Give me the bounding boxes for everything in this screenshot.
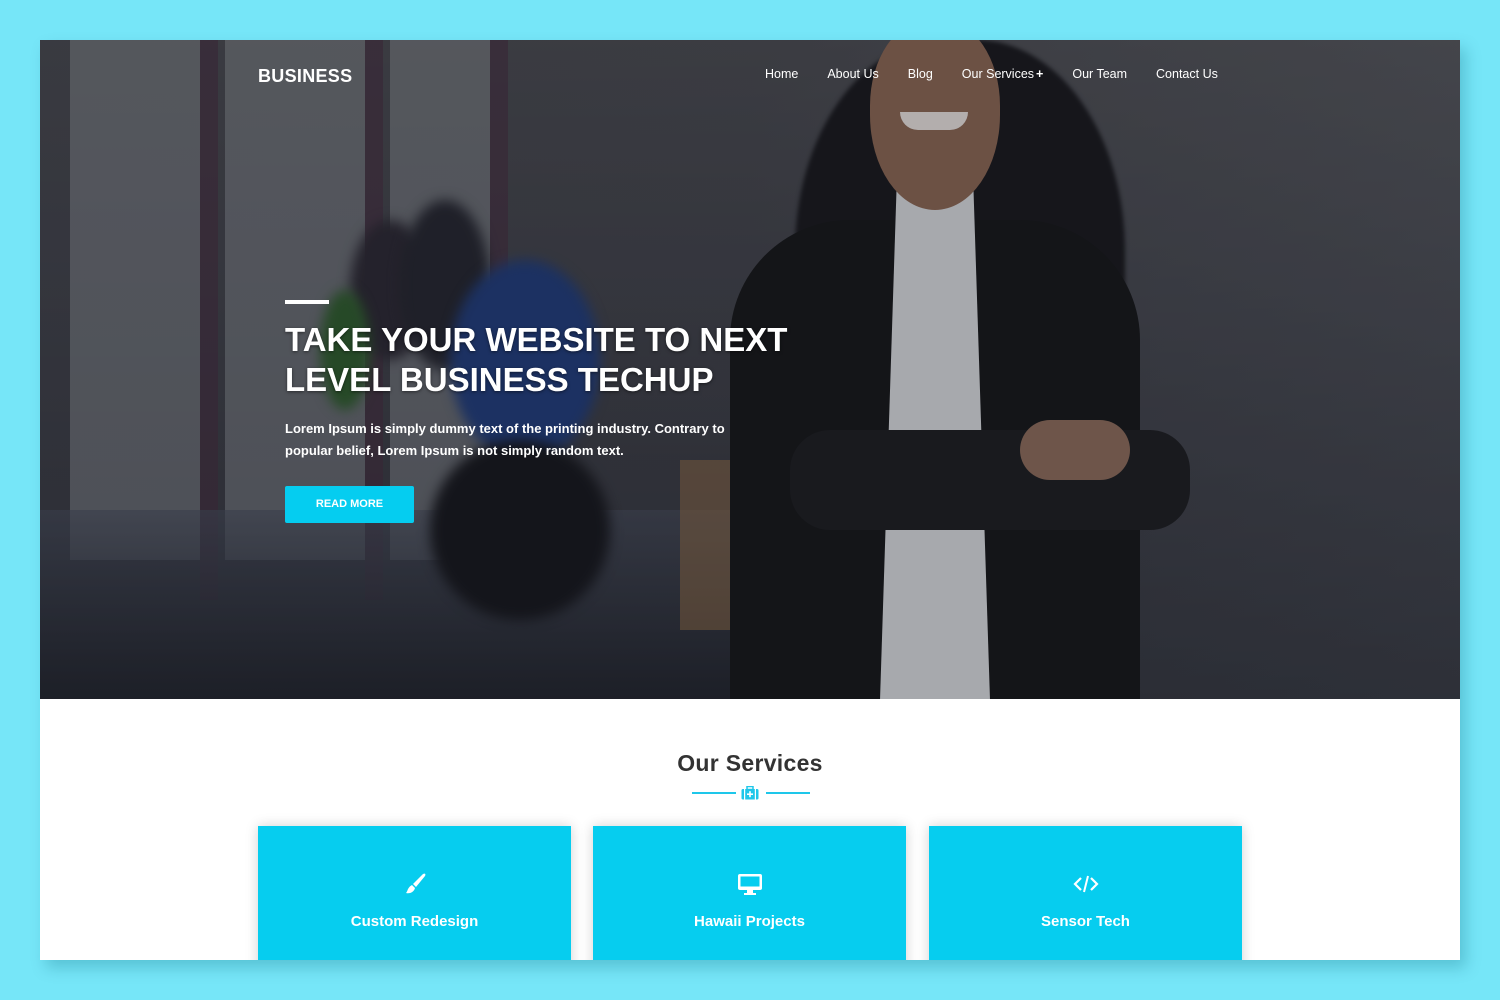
service-card-label: Sensor Tech <box>1041 913 1130 930</box>
hero-title-line2: LEVEL BUSINESS TECHUP <box>285 361 714 398</box>
hero-title-line1: TAKE YOUR WEBSITE TO NEXT <box>285 321 788 358</box>
nav-our-services-label: Our Services <box>961 67 1035 81</box>
main-nav: Home About Us Blog Our Services + Our Tea… <box>765 67 1247 81</box>
nav-home[interactable]: Home <box>765 67 798 81</box>
browser-page: BUSINESS Home About Us Blog Our Services… <box>40 40 1460 960</box>
service-card[interactable]: Hawaii Projects <box>593 826 906 960</box>
nav-blog[interactable]: Blog <box>908 67 933 81</box>
card-icon-wrap <box>593 870 906 898</box>
service-card[interactable]: Custom Redesign <box>258 826 571 960</box>
read-more-button[interactable]: READ MORE <box>285 486 414 523</box>
medkit-icon <box>741 786 759 800</box>
hero-accent-bar <box>285 300 329 304</box>
divider-line <box>766 792 810 794</box>
services-heading: Our Services <box>677 750 823 776</box>
nav-our-services[interactable]: Our Services + <box>962 67 1044 81</box>
nav-about-us[interactable]: About Us <box>827 67 878 81</box>
plus-icon: + <box>1036 67 1044 81</box>
card-icon-wrap <box>258 870 571 898</box>
service-card-label: Hawaii Projects <box>694 913 805 930</box>
hero-section: BUSINESS Home About Us Blog Our Services… <box>40 40 1460 699</box>
code-icon <box>1072 875 1099 893</box>
service-card[interactable]: Sensor Tech <box>929 826 1242 960</box>
nav-contact-us[interactable]: Contact Us <box>1156 67 1218 81</box>
desktop-icon <box>737 874 762 895</box>
hero-content: TAKE YOUR WEBSITE TO NEXT LEVEL BUSINESS… <box>285 300 845 523</box>
hero-description: Lorem Ipsum is simply dummy text of the … <box>285 421 725 458</box>
service-card-label: Custom Redesign <box>350 913 479 930</box>
paint-brush-icon <box>405 873 425 894</box>
services-divider <box>692 785 810 801</box>
nav-our-team[interactable]: Our Team <box>1072 67 1127 81</box>
card-icon-wrap <box>929 870 1242 898</box>
brand-logo[interactable]: BUSINESS <box>258 66 352 87</box>
divider-line <box>692 792 736 794</box>
hero-title: TAKE YOUR WEBSITE TO NEXT LEVEL BUSINESS… <box>285 320 845 400</box>
